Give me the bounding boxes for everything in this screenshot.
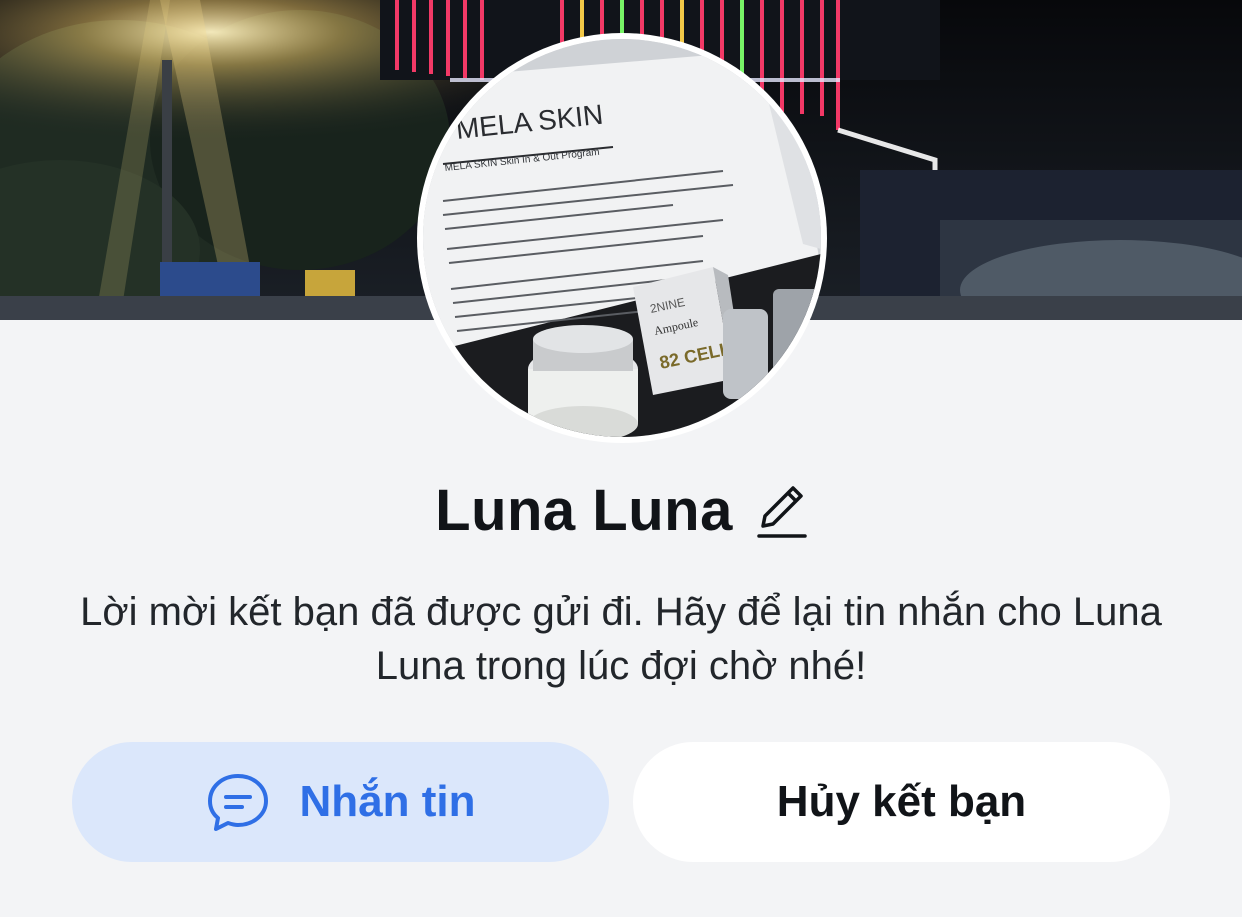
send-message-button[interactable]: Nhắn tin <box>72 742 609 862</box>
avatar[interactable]: MELA SKIN MELA SKIN Skin In & Out Progra… <box>417 33 827 443</box>
friend-request-message: Lời mời kết bạn đã được gửi đi. Hãy để l… <box>80 590 1162 688</box>
unfriend-button[interactable]: Hủy kết bạn <box>633 742 1170 862</box>
chat-bubble-icon <box>206 770 270 834</box>
send-message-label: Nhắn tin <box>299 777 476 826</box>
unfriend-label: Hủy kết bạn <box>776 777 1027 826</box>
profile-name-row: Luna Luna <box>0 470 1242 550</box>
profile-name: Luna Luna <box>435 477 733 543</box>
pencil-icon[interactable] <box>755 480 807 540</box>
avatar-photo: MELA SKIN MELA SKIN Skin In & Out Progra… <box>423 39 821 437</box>
